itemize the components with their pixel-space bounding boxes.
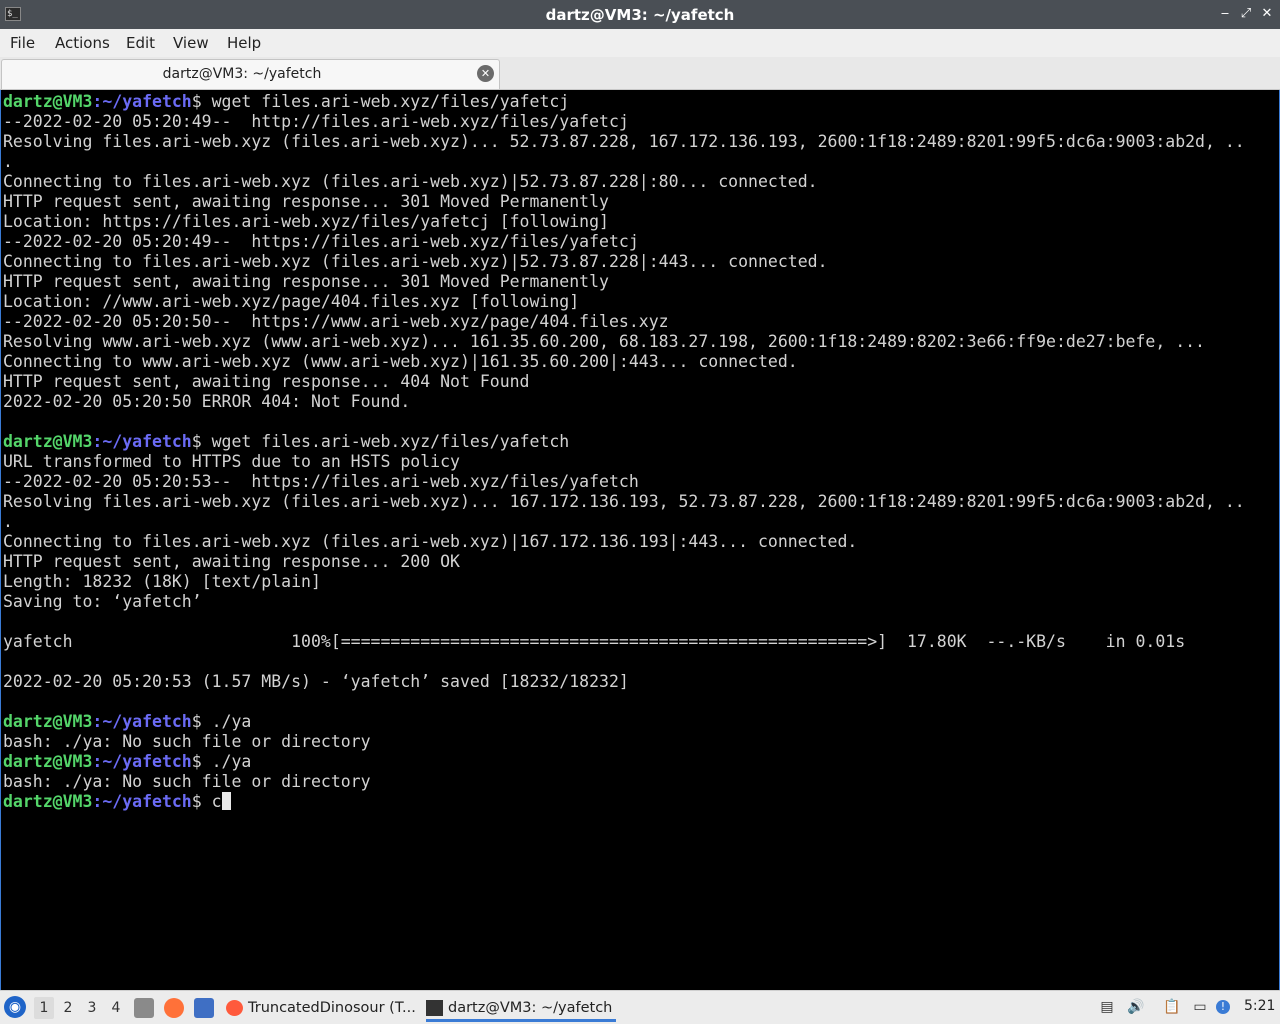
menu-help[interactable]: Help [227,34,261,52]
command-text: ./ya [211,752,252,771]
minimize-button[interactable]: ‒ [1216,5,1234,23]
prompt-path: :~/yafetch [92,712,192,731]
terminal-prompt-line: dartz@VM3:~/yafetch$ wget files.ari-web.… [3,432,1245,452]
terminal-output-line: Location: https://files.ari-web.xyz/file… [3,212,609,231]
terminal-output-line: 2022-02-20 05:20:50 ERROR 404: Not Found… [3,392,411,411]
workspace-3[interactable]: 3 [82,997,102,1019]
tab-label: dartz@VM3: ~/yafetch [162,66,322,82]
maximize-button[interactable]: ⤢ [1237,5,1255,23]
terminal-prompt-line: dartz@VM3:~/yafetch$ wget files.ari-web.… [3,92,1245,112]
menu-file[interactable]: File [10,34,35,52]
terminal-output-line: Connecting to files.ari-web.xyz (files.a… [3,532,858,551]
workspace-4[interactable]: 4 [106,997,126,1019]
prompt-symbol: $ [191,712,212,731]
terminal-output-line: Resolving files.ari-web.xyz (files.ari-w… [3,492,1245,511]
terminal-output: dartz@VM3:~/yafetch$ wget files.ari-web.… [3,92,1245,812]
terminal-output-line: HTTP request sent, awaiting response... … [3,372,530,391]
menu-view[interactable]: View [173,34,209,52]
terminal-icon [426,1000,443,1016]
terminal-output-line: . [3,152,13,171]
terminal-output-line: Resolving www.ari-web.xyz (www.ari-web.x… [3,332,1205,351]
workspace-2[interactable]: 2 [58,997,78,1019]
prompt-user: dartz@VM3 [3,92,93,111]
terminal-output-line: Connecting to www.ari-web.xyz (www.ari-w… [3,352,798,371]
task-label: dartz@VM3: ~/yafetch [448,1000,613,1016]
terminal-output-line: HTTP request sent, awaiting response... … [3,552,460,571]
terminal-output-line: Length: 18232 (18K) [text/plain] [3,572,321,591]
terminal-output-line: Location: //www.ari-web.xyz/page/404.fil… [3,292,580,311]
command-text: wget files.ari-web.xyz/files/yafetch [211,432,570,451]
terminal-output-line: --2022-02-20 05:20:50-- https://www.ari-… [3,312,669,331]
menu-edit[interactable]: Edit [126,34,155,52]
terminal-output-line: bash: ./ya: No such file or directory [3,732,371,751]
terminal-view[interactable]: dartz@VM3:~/yafetch$ wget files.ari-web.… [0,90,1280,990]
workspace-1[interactable]: 1 [34,997,54,1019]
prompt-symbol: $ [191,432,212,451]
show-desktop-icon[interactable] [194,998,214,1018]
command-text: c [211,792,222,811]
task-terminal[interactable]: dartz@VM3: ~/yafetch [426,994,616,1022]
drive-icon[interactable]: ▤ [1098,998,1116,1016]
clock[interactable]: 5:21 [1244,998,1275,1014]
menu-actions[interactable]: Actions [55,34,110,52]
terminal-output-line: HTTP request sent, awaiting response... … [3,192,609,211]
terminal-prompt-line: dartz@VM3:~/yafetch$ ./ya [3,752,1245,772]
prompt-symbol: $ [191,752,212,771]
prompt-path: :~/yafetch [92,92,192,111]
terminal-output-line: . [3,512,13,531]
text-cursor [221,792,231,810]
command-text: wget files.ari-web.xyz/files/yafetcj [211,92,570,111]
terminal-output-line: 2022-02-20 05:20:53 (1.57 MB/s) - ‘yafet… [3,672,629,691]
volume-icon[interactable]: 🔊 [1127,998,1145,1016]
prompt-symbol: $ [191,792,212,811]
prompt-user: dartz@VM3 [3,712,93,731]
terminal-output-line: HTTP request sent, awaiting response... … [3,272,609,291]
update-notifier-icon[interactable]: ! [1216,1000,1230,1014]
tab-terminal[interactable]: dartz@VM3: ~/yafetch ✕ [1,59,500,89]
prompt-path: :~/yafetch [92,432,192,451]
file-manager-icon[interactable] [134,998,154,1018]
prompt-path: :~/yafetch [92,752,192,771]
terminal-output-line: Saving to: ‘yafetch’ [3,592,202,611]
terminal-output-line: --2022-02-20 05:20:53-- https://files.ar… [3,472,639,491]
terminal-output-line: --2022-02-20 05:20:49-- https://files.ar… [3,232,639,251]
terminal-output-line: Connecting to files.ari-web.xyz (files.a… [3,172,818,191]
prompt-user: dartz@VM3 [3,792,93,811]
prompt-user: dartz@VM3 [3,432,93,451]
prompt-symbol: $ [191,92,212,111]
command-text: ./ya [211,712,252,731]
terminal-output-line: Connecting to files.ari-web.xyz (files.a… [3,252,828,271]
lubuntu-logo-icon[interactable]: ◉ [4,996,26,1018]
terminal-output-line: --2022-02-20 05:20:49-- http://files.ari… [3,112,629,131]
terminal-output-line: Resolving files.ari-web.xyz (files.ari-w… [3,132,1245,151]
network-icon[interactable]: ▭ [1191,998,1209,1016]
prompt-user: dartz@VM3 [3,752,93,771]
task-firefox[interactable]: TruncatedDinosour (T... [226,994,416,1022]
window-titlebar[interactable]: $_ dartz@VM3: ~/yafetch ‒ ⤢ ✕ [0,0,1280,29]
clipboard-icon[interactable]: 📋 [1163,998,1181,1016]
close-tab-icon[interactable]: ✕ [477,65,494,82]
firefox-icon[interactable] [164,998,184,1018]
firefox-icon [226,1000,243,1016]
task-label: TruncatedDinosour (T... [248,1000,416,1016]
menu-bar: File Actions Edit View Help [0,29,1280,57]
terminal-prompt-line: dartz@VM3:~/yafetch$ ./ya [3,712,1245,732]
terminal-output-line: URL transformed to HTTPS due to an HSTS … [3,452,460,471]
terminal-output-line: bash: ./ya: No such file or directory [3,772,371,791]
terminal-output-line: yafetch 100%[===========================… [3,632,1186,651]
close-button[interactable]: ✕ [1258,5,1276,23]
prompt-path: :~/yafetch [92,792,192,811]
window-title: dartz@VM3: ~/yafetch [545,6,735,24]
terminal-prompt-line: dartz@VM3:~/yafetch$ c [3,792,1245,812]
tab-bar: dartz@VM3: ~/yafetch ✕ [0,57,1280,90]
taskbar: ◉ 1 2 3 4 TruncatedDinosour (T... dartz@… [0,990,1280,1024]
